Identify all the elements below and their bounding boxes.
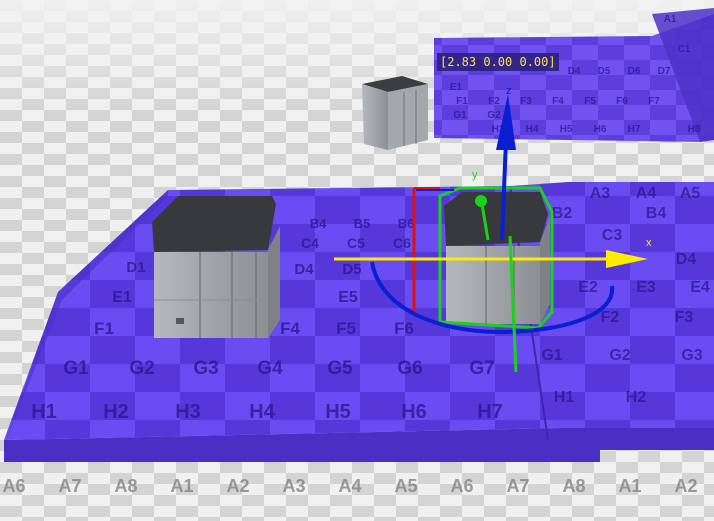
tile-label: G7 [469,358,494,379]
tile-label: F2 [488,96,500,107]
tile-label: F1 [456,96,468,107]
tile-label: A3 [590,185,611,202]
tile-label: A8 [114,476,137,496]
tile-label: H6 [594,124,607,135]
tile-label: F1 [94,319,114,338]
tile-label: A6 [450,476,473,496]
tile-label: C5 [347,235,365,251]
tile-label: A5 [680,185,701,202]
tile-label: D7 [658,66,671,77]
tile-label: B6 [398,216,415,231]
tile-label: G1 [453,110,467,121]
tile-label: D5 [598,66,611,77]
tile-label: G3 [193,358,218,379]
tile-label: A1 [618,476,641,496]
tile-label: F3 [520,96,532,107]
tile-label: G2 [487,110,501,121]
tile-label: E1 [450,82,463,93]
tile-label: A8 [562,476,585,496]
tile-label: A4 [338,476,361,496]
tile-label: C1 [678,44,691,55]
tile-label: F6 [394,319,414,338]
tile-label: G3 [681,347,702,364]
tile-label: F2 [601,309,620,326]
tile-label: G4 [257,358,283,379]
x-axis-label: x [646,237,652,249]
tile-label: A3 [282,476,305,496]
tile-label: H3 [175,401,201,423]
tile-label: G5 [327,358,353,379]
tile-label: G2 [609,347,630,364]
tile-label: H6 [401,401,427,423]
3d-viewport[interactable]: A1 C1 D4 D5 D6 D7 E1 F1 F2 F3 F4 F5 F6 F7 G1 G2 H3 H4 H5 H6… [0,0,714,521]
tile-label: H5 [325,401,351,423]
left-box-top [152,196,276,252]
left-box[interactable] [152,196,280,338]
tile-label: C6 [393,235,411,251]
tile-label: F7 [648,96,660,107]
tile-label: D6 [628,66,641,77]
tile-label: D4 [568,66,581,77]
far-box[interactable] [362,76,428,150]
tile-label: C3 [602,227,623,244]
tile-label: D4 [676,251,697,268]
tile-label: E2 [578,279,598,296]
tile-label: H2 [626,389,647,406]
tile-label: F5 [336,319,356,338]
tile-label: A7 [506,476,529,496]
tile-label: F3 [675,309,694,326]
tile-label: A6 [2,476,25,496]
tile-label: H5 [560,124,573,135]
tile-label: D5 [342,261,361,278]
tile-label: A4 [636,185,657,202]
tile-label: H8 [688,124,701,135]
tile-label: G6 [397,358,422,379]
far-box-left [362,84,388,150]
tile-label: A2 [226,476,249,496]
tile-label: A7 [58,476,81,496]
tile-label: H1 [31,401,57,423]
tile-label: G1 [63,358,89,379]
tile-label: A5 [394,476,417,496]
tile-label: B5 [354,216,371,231]
tile-label: E5 [338,289,358,306]
tile-label: A1 [170,476,193,496]
tile-label: H7 [477,401,503,423]
tile-label: B2 [552,205,573,222]
selected-box-top [444,192,548,246]
tile-label: B4 [310,216,327,231]
tile-label: H2 [103,401,129,423]
tile-label: E3 [636,279,656,296]
far-box-right [388,84,428,150]
tile-label: A2 [674,476,697,496]
tile-label: A1 [664,14,677,25]
tile-label: C4 [301,235,319,251]
left-box-front [154,252,268,338]
y-axis-label: y [472,169,478,181]
tile-label: D4 [294,261,314,278]
tile-label: F5 [584,96,596,107]
tile-label: H1 [554,389,575,406]
coordinate-readout: [2.83 0.00 0.00] [437,53,559,71]
tile-label: H4 [526,124,539,135]
tile-label: G2 [129,358,154,379]
tile-label: F4 [552,96,564,107]
tile-label: D1 [126,259,145,276]
tile-label: E1 [112,289,132,306]
scene-canvas[interactable]: A1 C1 D4 D5 D6 D7 E1 F1 F2 F3 F4 F5 F6 F7 G1 G2 H3 H4 H5 H6… [0,0,714,521]
tile-label: F4 [280,319,300,338]
y-axis-knob[interactable] [475,195,487,207]
tile-label: H7 [628,124,641,135]
tile-label: G1 [541,347,562,364]
tile-label: H4 [249,401,275,423]
tile-label: F6 [616,96,628,107]
tile-label: B4 [646,205,667,222]
z-axis-label: z [506,85,512,97]
tile-label: E4 [690,279,710,296]
